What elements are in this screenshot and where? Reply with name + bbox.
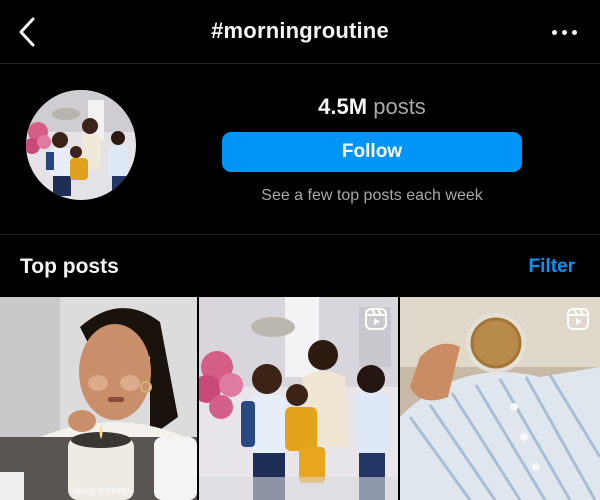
more-horizontal-icon — [549, 29, 579, 35]
top-posts-grid: Spring mornings — [0, 297, 600, 500]
top-posts-heading: Top posts — [20, 255, 119, 278]
post-caption: Spring mornings — [71, 485, 132, 495]
post-tile-3[interactable] — [400, 297, 600, 500]
filter-button[interactable]: Filter — [529, 256, 575, 278]
hashtag-title: #morningroutine — [211, 18, 389, 43]
post-count-label: posts — [373, 94, 426, 119]
reel-icon — [567, 308, 589, 330]
hashtag-avatar — [26, 90, 136, 200]
post-tile-2[interactable] — [199, 297, 398, 500]
header-bar: #morningroutine — [0, 0, 600, 64]
section-divider — [0, 234, 600, 235]
more-options-button[interactable] — [546, 16, 582, 48]
follow-button[interactable]: Follow — [222, 132, 522, 172]
post-count-value: 4.5M — [318, 94, 368, 119]
top-posts-hint: See a few top posts each week — [261, 187, 483, 204]
post-count: 4.5M posts — [222, 94, 522, 120]
reel-icon — [365, 308, 387, 330]
post-tile-1[interactable]: Spring mornings — [0, 297, 197, 500]
